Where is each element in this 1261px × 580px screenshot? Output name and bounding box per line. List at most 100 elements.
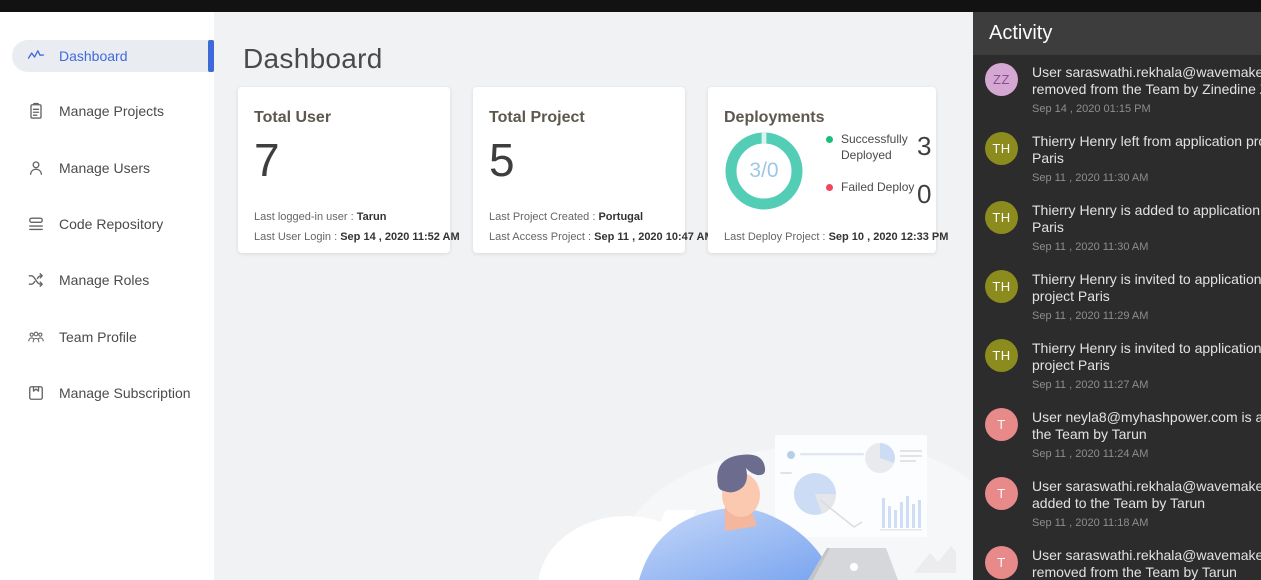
footer-label: Last Project Created :	[489, 211, 595, 223]
dashboard-illustration	[214, 410, 973, 580]
summary-cards: Total User 7 Last logged-in user : Tarun…	[238, 87, 936, 253]
sidebar-item-label: Manage Projects	[59, 103, 164, 119]
last-access-project: Last Access Project : Sep 11 , 2020 10:4…	[489, 231, 673, 243]
sidebar-item-manage-subscription[interactable]: Manage Subscription	[12, 377, 214, 409]
card-title: Total User	[254, 109, 434, 127]
success-count: 3	[917, 133, 931, 159]
total-project-card: Total Project 5 Last Project Created : P…	[473, 87, 685, 253]
subscription-icon	[26, 383, 46, 403]
sidebar-item-manage-roles[interactable]: Manage Roles	[12, 264, 214, 296]
green-dot-icon	[826, 136, 833, 143]
card-title: Total Project	[489, 109, 669, 127]
donut-center-label: 3/0	[724, 131, 804, 211]
activity-timestamp: Sep 11 , 2020 11:29 AM	[1032, 310, 1261, 322]
activity-message: removed from the Team by Tarun	[1032, 564, 1261, 580]
avatar: TH	[985, 339, 1018, 372]
activity-list[interactable]: ZZ User saraswathi.rekhala@wavemaker.com…	[973, 55, 1261, 580]
sidebar-item-label: Manage Users	[59, 160, 150, 176]
activity-timestamp: Sep 11 , 2020 11:30 AM	[1032, 241, 1261, 253]
avatar: T	[985, 546, 1018, 579]
legend-label: Successfully Deployed	[841, 131, 917, 163]
failed-count: 0	[917, 181, 931, 207]
card-title: Deployments	[724, 109, 920, 127]
legend-label: Failed Deploy	[841, 179, 917, 195]
footer-label: Last User Login :	[254, 231, 337, 243]
activity-message: Paris	[1032, 219, 1261, 236]
avatar: TH	[985, 132, 1018, 165]
deployments-legend: Successfully Deployed 3 Failed Deploy 0	[826, 131, 931, 223]
activity-timestamp: Sep 14 , 2020 01:15 PM	[1032, 103, 1261, 115]
last-logged-in-user: Last logged-in user : Tarun	[254, 211, 438, 223]
activity-message: User saraswathi.rekhala@wavemaker.com	[1032, 64, 1261, 81]
deployments-card: Deployments 3/0 Successfully Deployed	[708, 87, 936, 253]
last-deploy-project: Last Deploy Project : Sep 10 , 2020 12:3…	[724, 231, 924, 243]
avatar: TH	[985, 201, 1018, 234]
sidebar-item-label: Manage Subscription	[59, 385, 191, 401]
footer-value: Sep 11 , 2020 10:47 AM	[594, 231, 713, 243]
total-project-value: 5	[489, 137, 669, 183]
sidebar-item-team-profile[interactable]: Team Profile	[12, 321, 214, 353]
activity-message: User saraswathi.rekhala@wavemaker.com is	[1032, 478, 1261, 495]
activity-message: Paris	[1032, 150, 1261, 167]
sidebar-item-label: Code Repository	[59, 216, 163, 232]
activity-message: the Team by Tarun	[1032, 426, 1261, 443]
activity-timestamp: Sep 11 , 2020 11:27 AM	[1032, 379, 1261, 391]
sidebar: Dashboard Manage Projects Manage Users C…	[0, 12, 214, 580]
footer-value: Sep 10 , 2020 12:33 PM	[829, 231, 949, 243]
stack-icon	[26, 214, 46, 234]
activity-message: Thierry Henry is invited to application	[1032, 271, 1261, 288]
activity-item: TH Thierry Henry left from application p…	[973, 124, 1261, 193]
activity-message: User neyla8@myhashpower.com is added to	[1032, 409, 1261, 426]
sidebar-item-manage-projects[interactable]: Manage Projects	[12, 95, 214, 127]
activity-message: Thierry Henry is added to application pr…	[1032, 202, 1261, 219]
page-title: Dashboard	[243, 43, 383, 75]
footer-label: Last Deploy Project :	[724, 231, 826, 243]
activity-message: Thierry Henry left from application proj…	[1032, 133, 1261, 150]
sidebar-item-label: Manage Roles	[59, 272, 149, 288]
activity-timestamp: Sep 11 , 2020 11:18 AM	[1032, 517, 1261, 529]
sidebar-item-label: Team Profile	[59, 329, 137, 345]
sidebar-item-dashboard[interactable]: Dashboard	[12, 40, 214, 72]
last-project-created: Last Project Created : Portugal	[489, 211, 673, 223]
activity-timestamp: Sep 11 , 2020 11:30 AM	[1032, 172, 1261, 184]
avatar: ZZ	[985, 63, 1018, 96]
avatar: T	[985, 477, 1018, 510]
footer-value: Portugal	[598, 211, 643, 223]
avatar: TH	[985, 270, 1018, 303]
activity-message: removed from the Team by Zinedine Zidane	[1032, 81, 1261, 98]
whiteboard	[775, 435, 927, 537]
top-bar	[0, 0, 1261, 12]
deployments-donut-chart: 3/0	[724, 131, 804, 211]
legend-row-success: Successfully Deployed 3	[826, 131, 931, 163]
last-user-login: Last User Login : Sep 14 , 2020 11:52 AM	[254, 231, 438, 243]
activity-message: added to the Team by Tarun	[1032, 495, 1261, 512]
team-icon	[26, 327, 46, 347]
red-dot-icon	[826, 184, 833, 191]
activity-item: TH Thierry Henry is added to application…	[973, 193, 1261, 262]
sidebar-item-manage-users[interactable]: Manage Users	[12, 152, 214, 184]
activity-item: T User saraswathi.rekhala@wavemaker.com …	[973, 469, 1261, 538]
avatar: T	[985, 408, 1018, 441]
clipboard-icon	[26, 101, 46, 121]
activity-message: project Paris	[1032, 288, 1261, 305]
total-user-card: Total User 7 Last logged-in user : Tarun…	[238, 87, 450, 253]
activity-item: ZZ User saraswathi.rekhala@wavemaker.com…	[973, 55, 1261, 124]
footer-value: Sep 14 , 2020 11:52 AM	[340, 231, 459, 243]
activity-item: T User neyla8@myhashpower.com is added t…	[973, 400, 1261, 469]
legend-row-failed: Failed Deploy 0	[826, 179, 931, 207]
app-window: Dashboard Manage Projects Manage Users C…	[0, 0, 1261, 580]
activity-item: TH Thierry Henry is invited to applicati…	[973, 262, 1261, 331]
activity-item: TH Thierry Henry is invited to applicati…	[973, 331, 1261, 400]
sidebar-item-code-repository[interactable]: Code Repository	[12, 208, 214, 240]
shuffle-icon	[26, 270, 46, 290]
activity-panel: Activity ZZ User saraswathi.rekhala@wave…	[973, 12, 1261, 580]
footer-value: Tarun	[357, 211, 387, 223]
activity-message: Thierry Henry is invited to application	[1032, 340, 1261, 357]
main-content: Dashboard Total User 7 Last logged-in us…	[214, 12, 973, 580]
footer-label: Last Access Project :	[489, 231, 591, 243]
activity-timestamp: Sep 11 , 2020 11:24 AM	[1032, 448, 1261, 460]
user-icon	[26, 158, 46, 178]
activity-panel-title: Activity	[973, 12, 1261, 55]
activity-icon	[26, 46, 46, 66]
activity-message: User saraswathi.rekhala@wavemaker.com	[1032, 547, 1261, 564]
